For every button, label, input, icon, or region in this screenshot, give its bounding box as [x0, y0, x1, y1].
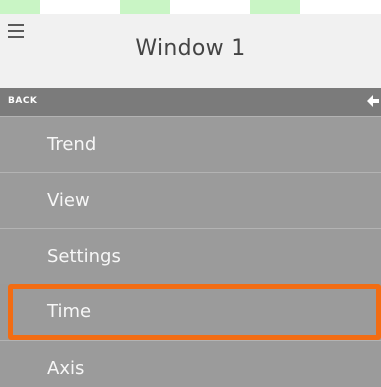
menu-item-settings[interactable]: Settings: [0, 228, 381, 284]
menu-item-view[interactable]: View: [0, 172, 381, 228]
menu-item-axis[interactable]: Axis: [0, 340, 381, 387]
menu-item-time[interactable]: Time: [8, 284, 381, 340]
menu-item-trend[interactable]: Trend: [0, 116, 381, 172]
back-label: BACK: [8, 96, 38, 106]
header: Window 1: [0, 14, 381, 89]
side-menu: Trend View Settings Time Axis: [0, 116, 381, 387]
back-bar[interactable]: BACK: [0, 88, 381, 116]
menu-item-label: Settings: [47, 246, 121, 267]
menu-item-label: View: [47, 190, 90, 211]
window-title: Window 1: [135, 36, 246, 61]
arrow-left-icon[interactable]: [365, 92, 379, 110]
menu-item-label: Trend: [47, 134, 97, 155]
menu-item-label: Time: [47, 301, 92, 322]
app-frame: Window 1 BACK Trend View Settings Time A…: [0, 0, 381, 387]
top-background-strip: [0, 0, 381, 14]
menu-item-label: Axis: [47, 358, 85, 379]
